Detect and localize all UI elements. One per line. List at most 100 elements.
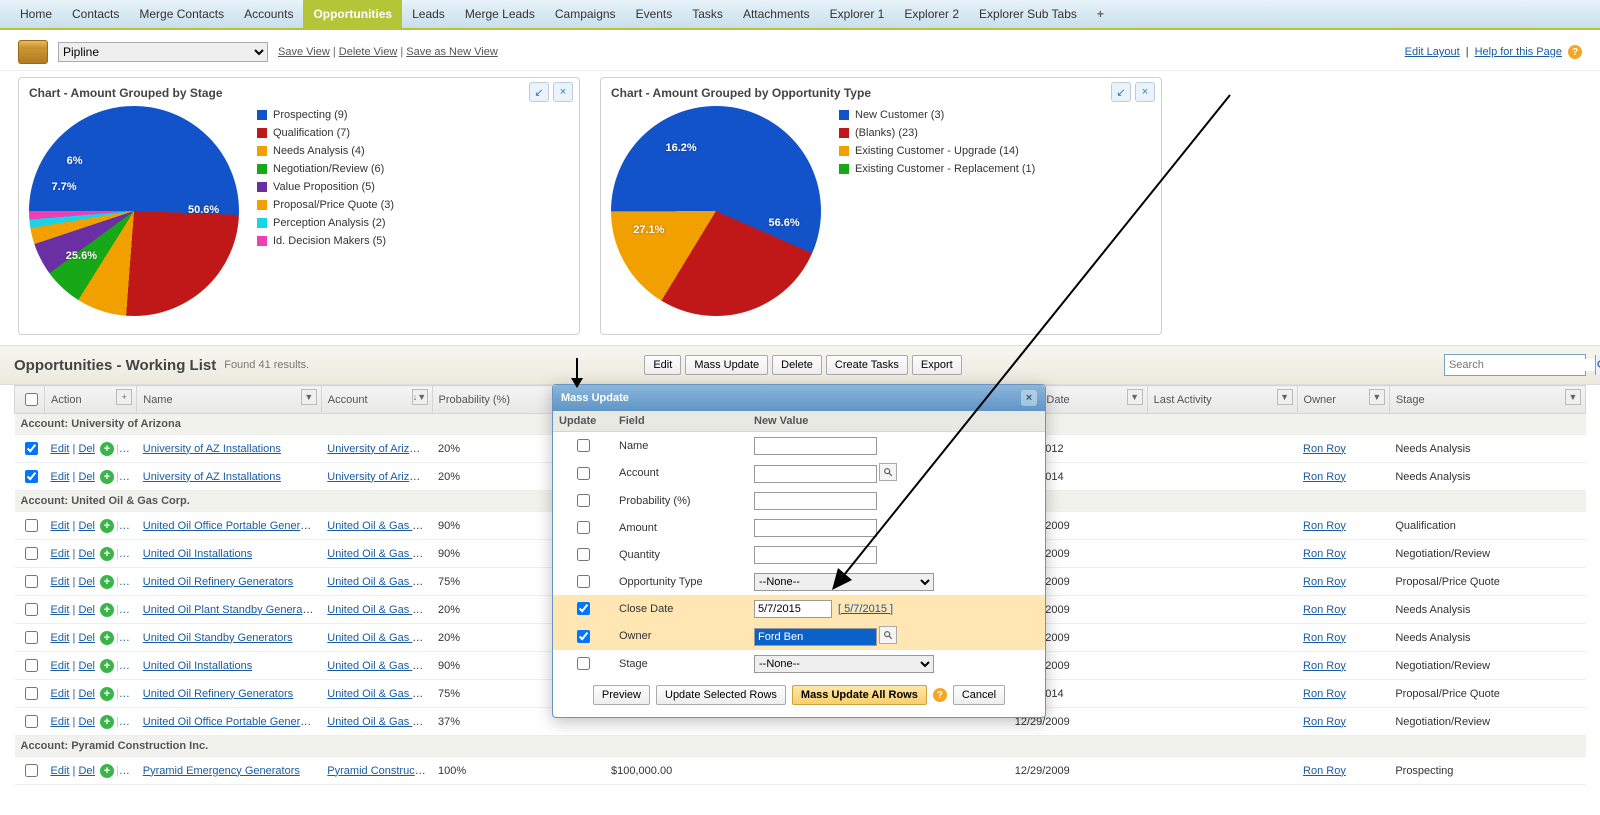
edit-link[interactable]: Edit [50,471,69,483]
group-row[interactable]: Account: Pyramid Construction Inc. [15,736,1586,757]
edit-link[interactable]: Edit [50,765,69,777]
column-menu-icon[interactable]: ▼ [1277,389,1293,405]
preview-button[interactable]: Preview [593,685,650,705]
mass-date-input[interactable] [754,600,832,618]
owner-link[interactable]: Ron Roy [1303,632,1346,644]
row-checkbox[interactable] [25,603,38,616]
delete-button[interactable]: Delete [772,355,822,375]
mass-row-checkbox[interactable] [577,439,590,452]
row-checkbox[interactable] [25,715,38,728]
plus-icon[interactable]: + [100,687,114,701]
create-tasks-button[interactable]: Create Tasks [826,355,908,375]
account-link[interactable]: United Oil & Gas Co… [327,548,432,560]
delete-link[interactable]: Del [78,604,95,616]
nav-tab-explorer-sub-tabs[interactable]: Explorer Sub Tabs [969,0,1087,28]
edit-link[interactable]: Edit [50,548,69,560]
account-link[interactable]: United Oil & Gas Co… [327,576,432,588]
plus-icon[interactable]: + [100,519,114,533]
account-link[interactable]: Pyramid Constructi… [327,765,431,777]
save-view-link[interactable]: Save View [278,46,330,58]
row-checkbox[interactable] [25,631,38,644]
account-link[interactable]: United Oil & Gas Co… [327,632,432,644]
owner-link[interactable]: Ron Roy [1303,520,1346,532]
nav-tab-home[interactable]: Home [10,0,62,28]
legend-item[interactable]: Prospecting (9) [257,106,394,124]
plus-icon[interactable]: + [100,603,114,617]
plus-icon[interactable]: + [100,764,114,778]
owner-link[interactable]: Ron Roy [1303,604,1346,616]
name-link[interactable]: United Oil Refinery Generators [143,688,293,700]
name-link[interactable]: United Oil Refinery Generators [143,576,293,588]
row-checkbox[interactable] [25,575,38,588]
mass-select[interactable]: --None-- [754,573,934,591]
row-checkbox[interactable] [25,547,38,560]
nav-tab-opportunities[interactable]: Opportunities [303,0,402,28]
row-checkbox[interactable] [25,764,38,777]
col-header[interactable]: Account↓▼ [321,386,432,414]
mass-lookup-input[interactable] [754,628,877,646]
col-header[interactable]: Last Activity▼ [1147,386,1297,414]
export-button[interactable]: Export [912,355,962,375]
lookup-icon[interactable] [879,626,897,644]
mass-text-input[interactable] [754,437,877,455]
legend-item[interactable]: Proposal/Price Quote (3) [257,196,394,214]
name-link[interactable]: United Oil Installations [143,548,252,560]
plus-icon[interactable]: + [100,575,114,589]
name-link[interactable]: United Oil Standby Generators [143,632,293,644]
owner-link[interactable]: Ron Roy [1303,576,1346,588]
account-link[interactable]: United Oil & Gas Co… [327,604,432,616]
nav-tab-events[interactable]: Events [626,0,683,28]
delete-link[interactable]: Del [78,632,95,644]
nav-tab-accounts[interactable]: Accounts [234,0,303,28]
lookup-icon[interactable] [879,463,897,481]
row-checkbox[interactable] [25,442,38,455]
plus-icon[interactable]: + [100,631,114,645]
account-link[interactable]: United Oil & Gas Co… [327,520,432,532]
mass-text-input[interactable] [754,519,877,537]
edit-layout-link[interactable]: Edit Layout [1405,46,1460,58]
mass-row-checkbox[interactable] [577,548,590,561]
mass-select[interactable]: --None-- [754,655,934,673]
nav-tab-attachments[interactable]: Attachments [733,0,820,28]
owner-link[interactable]: Ron Roy [1303,716,1346,728]
legend-item[interactable]: (Blanks) (23) [839,124,1035,142]
owner-link[interactable]: Ron Roy [1303,548,1346,560]
help-link[interactable]: Help for this Page [1475,46,1562,58]
delete-link[interactable]: Del [78,660,95,672]
legend-item[interactable]: Existing Customer - Replacement (1) [839,160,1035,178]
account-link[interactable]: United Oil & Gas Co… [327,660,432,672]
pie-chart[interactable]: 56.6%27.1%16.2% [611,106,821,316]
row-checkbox[interactable] [25,519,38,532]
owner-link[interactable]: Ron Roy [1303,688,1346,700]
mass-update-button[interactable]: Mass Update [685,355,768,375]
delete-link[interactable]: Del [78,471,95,483]
row-checkbox[interactable] [25,659,38,672]
bolt-icon[interactable]: ⚡ [123,765,137,777]
nav-tab-campaigns[interactable]: Campaigns [545,0,626,28]
mass-lookup-input[interactable] [754,465,877,483]
name-link[interactable]: United Oil Plant Standby Generators [143,604,321,616]
mass-update-all-button[interactable]: Mass Update All Rows [792,685,927,705]
edit-link[interactable]: Edit [50,576,69,588]
plus-icon[interactable]: + [100,659,114,673]
delete-link[interactable]: Del [78,765,95,777]
edit-link[interactable]: Edit [50,660,69,672]
legend-item[interactable]: Needs Analysis (4) [257,142,394,160]
mass-row-checkbox[interactable] [577,630,590,643]
edit-link[interactable]: Edit [50,688,69,700]
plus-icon[interactable]: + [100,442,114,456]
plus-icon[interactable]: + [100,470,114,484]
edit-link[interactable]: Edit [50,716,69,728]
col-header[interactable]: Owner▼ [1297,386,1389,414]
nav-tab-merge-contacts[interactable]: Merge Contacts [129,0,234,28]
delete-link[interactable]: Del [78,576,95,588]
column-menu-icon[interactable]: ▼ [1369,389,1385,405]
name-link[interactable]: United Oil Office Portable Generat… [143,716,321,728]
mass-row-checkbox[interactable] [577,657,590,670]
mass-text-input[interactable] [754,546,877,564]
account-link[interactable]: United Oil & Gas Co… [327,716,432,728]
edit-link[interactable]: Edit [50,632,69,644]
mass-row-checkbox[interactable] [577,494,590,507]
edit-button[interactable]: Edit [644,355,681,375]
owner-link[interactable]: Ron Roy [1303,443,1346,455]
